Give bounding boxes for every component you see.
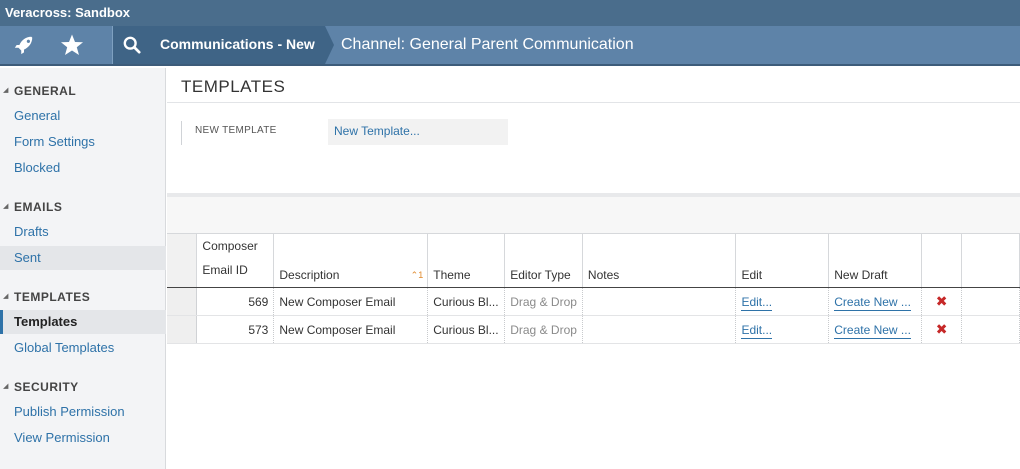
column-header-description[interactable]: Description ⌃1 <box>273 233 429 288</box>
sidebar-item-publish-permission[interactable]: Publish Permission <box>0 400 166 424</box>
form-row-marker <box>181 121 182 145</box>
delete-icon[interactable]: ✖ <box>936 321 948 337</box>
cell-composer-email-id: 573 <box>196 315 275 344</box>
delete-icon[interactable]: ✖ <box>936 293 948 309</box>
sidebar-section-templates[interactable]: ◢ TEMPLATES <box>0 287 166 307</box>
table-row[interactable]: 573 New Composer Email Curious Bl... Dra… <box>167 315 1020 344</box>
cell-description: New Composer Email <box>273 315 429 344</box>
cell-edit: Edit... <box>735 315 830 344</box>
column-header-edit[interactable]: Edit <box>735 233 830 288</box>
cell-new-draft: Create New ... <box>828 315 923 344</box>
cell-notes <box>582 315 737 344</box>
grid-header-row: Composer Email ID Description ⌃1 Theme Ed… <box>167 233 1020 288</box>
create-new-draft-link[interactable]: Create New ... <box>834 294 911 311</box>
cell-delete: ✖ <box>921 287 963 316</box>
sidebar-section-emails[interactable]: ◢ EMAILS <box>0 197 166 217</box>
sidebar-item-global-templates[interactable]: Global Templates <box>0 336 166 360</box>
column-header-filler <box>961 233 1020 288</box>
cell-theme: Curious Bl... <box>427 315 506 344</box>
main-content: TEMPLATES NEW TEMPLATE New Template... C… <box>167 68 1020 469</box>
cell-notes <box>582 287 737 316</box>
column-header-notes[interactable]: Notes <box>582 233 737 288</box>
top-nav: Communications - New Channel: General Pa… <box>0 26 1020 66</box>
page-title: TEMPLATES <box>181 77 286 96</box>
cell-filler <box>961 315 1020 344</box>
column-header-new-draft[interactable]: New Draft <box>828 233 923 288</box>
cell-editor-type: Drag & Drop <box>504 287 583 316</box>
cell-theme: Curious Bl... <box>427 287 506 316</box>
cell-new-draft: Create New ... <box>828 287 923 316</box>
collapse-triangle-icon: ◢ <box>3 87 9 94</box>
window-title: Veracross: Sandbox <box>0 0 1020 26</box>
breadcrumb-current[interactable]: Communications - New <box>150 26 325 64</box>
column-header-delete <box>921 233 963 288</box>
column-header-composer-email-id[interactable]: Composer Email ID <box>196 233 275 288</box>
sort-ascending-icon: ⌃1 <box>410 270 424 280</box>
row-selector[interactable] <box>167 315 198 344</box>
cell-composer-email-id: 569 <box>196 287 275 316</box>
sidebar-item-view-permission[interactable]: View Permission <box>0 426 166 450</box>
sidebar-item-sent[interactable]: Sent <box>0 246 166 270</box>
sidebar-item-templates[interactable]: Templates <box>0 310 166 334</box>
rocket-icon[interactable] <box>0 26 48 64</box>
title-divider <box>167 102 1020 103</box>
search-icon[interactable] <box>112 26 150 64</box>
column-header-editor-type[interactable]: Editor Type <box>504 233 583 288</box>
cell-editor-type: Drag & Drop <box>504 315 583 344</box>
grid-toolbar <box>167 197 1020 233</box>
sidebar-item-form-settings[interactable]: Form Settings <box>0 130 166 154</box>
breadcrumb-arrow <box>325 26 334 64</box>
star-icon[interactable] <box>48 26 96 64</box>
collapse-triangle-icon: ◢ <box>3 293 9 300</box>
grid-corner <box>167 233 198 288</box>
sidebar-item-general[interactable]: General <box>0 104 166 128</box>
column-header-theme[interactable]: Theme <box>427 233 506 288</box>
create-new-draft-link[interactable]: Create New ... <box>834 322 911 339</box>
table-row[interactable]: 569 New Composer Email Curious Bl... Dra… <box>167 287 1020 316</box>
cell-delete: ✖ <box>921 315 963 344</box>
templates-grid: Composer Email ID Description ⌃1 Theme Ed… <box>167 233 1020 344</box>
edit-link[interactable]: Edit... <box>741 294 773 311</box>
cell-filler <box>961 287 1020 316</box>
sidebar-item-blocked[interactable]: Blocked <box>0 156 166 180</box>
row-selector[interactable] <box>167 287 198 316</box>
sidebar-section-security[interactable]: ◢ SECURITY <box>0 377 166 397</box>
cell-description: New Composer Email <box>273 287 429 316</box>
sidebar-section-general[interactable]: ◢ GENERAL <box>0 81 166 101</box>
new-template-label: NEW TEMPLATE <box>195 125 277 136</box>
new-template-field[interactable]: New Template... <box>328 119 508 145</box>
collapse-triangle-icon: ◢ <box>3 383 9 390</box>
collapse-triangle-icon: ◢ <box>3 203 9 210</box>
edit-link[interactable]: Edit... <box>741 322 773 339</box>
sidebar: ◢ GENERAL General Form Settings Blocked ◢… <box>0 68 166 469</box>
cell-edit: Edit... <box>735 287 830 316</box>
sidebar-item-drafts[interactable]: Drafts <box>0 220 166 244</box>
channel-title: Channel: General Parent Communication <box>341 36 634 53</box>
